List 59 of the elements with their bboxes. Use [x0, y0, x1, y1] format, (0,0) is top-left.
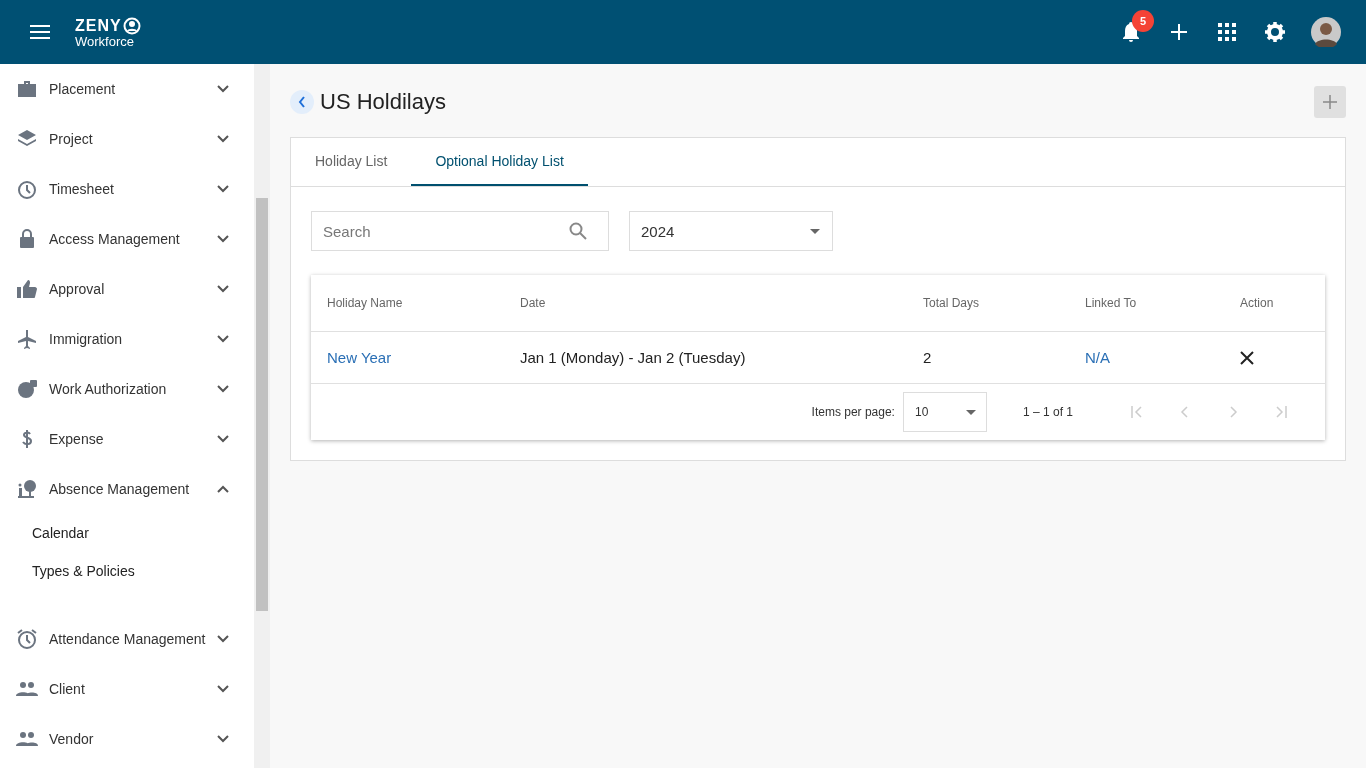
- linked-to-link[interactable]: N/A: [1085, 349, 1110, 366]
- close-icon: [1240, 350, 1254, 365]
- column-header: Date: [520, 296, 547, 310]
- plus-icon: [1171, 24, 1187, 40]
- sidebar-item[interactable]: Immigration: [0, 314, 254, 364]
- column-header: Action: [1240, 296, 1275, 310]
- sidebar-item[interactable]: Expense: [0, 414, 254, 464]
- sidebar-item[interactable]: Timesheet: [0, 164, 254, 214]
- year-select[interactable]: 2024: [629, 211, 833, 251]
- menu-icon: [30, 24, 50, 40]
- tab[interactable]: Optional Holiday List: [411, 138, 588, 186]
- sidebar-item[interactable]: Project: [0, 114, 254, 164]
- items-per-page-label: Items per page:: [811, 405, 895, 419]
- search-icon: [569, 222, 587, 240]
- avatar[interactable]: [1311, 17, 1341, 47]
- airplane-icon: [16, 328, 38, 350]
- first-page-icon: [1130, 405, 1144, 419]
- scrollbar[interactable]: [254, 64, 270, 768]
- sidebar-item[interactable]: Absence Management: [0, 464, 254, 514]
- sidebar-subitem[interactable]: Types & Policies: [0, 552, 254, 590]
- notification-count: 5: [1132, 10, 1154, 32]
- page-range: 1 – 1 of 1: [1022, 405, 1073, 419]
- table-cell-text: Jan 1 (Monday) - Jan 2 (Tuesday): [520, 349, 747, 366]
- search-field[interactable]: Search: [311, 211, 609, 251]
- column-header: Linked To: [1085, 296, 1138, 310]
- plus-icon: [1323, 95, 1337, 109]
- sidebar-item[interactable]: Access Management: [0, 214, 254, 264]
- delete-button[interactable]: [1240, 350, 1254, 365]
- back-button[interactable]: [290, 90, 314, 114]
- sidebar-item[interactable]: Approval: [0, 264, 254, 314]
- briefcase-icon: [16, 78, 38, 100]
- settings-icon: [1265, 22, 1285, 42]
- holiday-link[interactable]: New Year: [327, 349, 392, 366]
- table-cell-text: 2: [923, 349, 933, 366]
- sidebar-item[interactable]: Work Authorization: [0, 364, 254, 414]
- column-header: Total Days: [923, 296, 981, 310]
- page-title: US Holdilays: [320, 89, 446, 115]
- thumbs-up-icon: [16, 278, 38, 300]
- sidebar-item[interactable]: Vendor: [0, 714, 254, 764]
- bell-icon: [1121, 21, 1141, 43]
- tree-icon: [16, 478, 38, 500]
- sidebar-item[interactable]: Placement: [0, 64, 254, 114]
- dropdown-arrow-icon: [810, 228, 820, 234]
- sidebar-subitem[interactable]: Calendar: [0, 514, 254, 552]
- logo-title: ZENY: [75, 17, 122, 34]
- alarm-clock-icon: [16, 628, 38, 650]
- dropdown-arrow-icon: [965, 409, 976, 415]
- chevron-left-icon: [298, 96, 306, 108]
- grid-icon: [1218, 23, 1236, 41]
- sidebar-item[interactable]: Attendance Management: [0, 614, 254, 664]
- notifications-button[interactable]: 5: [1107, 12, 1155, 52]
- column-header: Holiday Name: [327, 296, 404, 310]
- clock-icon: [16, 178, 38, 200]
- logo-icon: [122, 16, 141, 35]
- page-size-select[interactable]: 10: [902, 392, 987, 432]
- logo-subtitle: Workforce: [75, 34, 135, 48]
- tab[interactable]: Holiday List: [291, 138, 412, 186]
- sidebar-item[interactable]: Client: [0, 664, 254, 714]
- last-page-icon: [1274, 405, 1288, 419]
